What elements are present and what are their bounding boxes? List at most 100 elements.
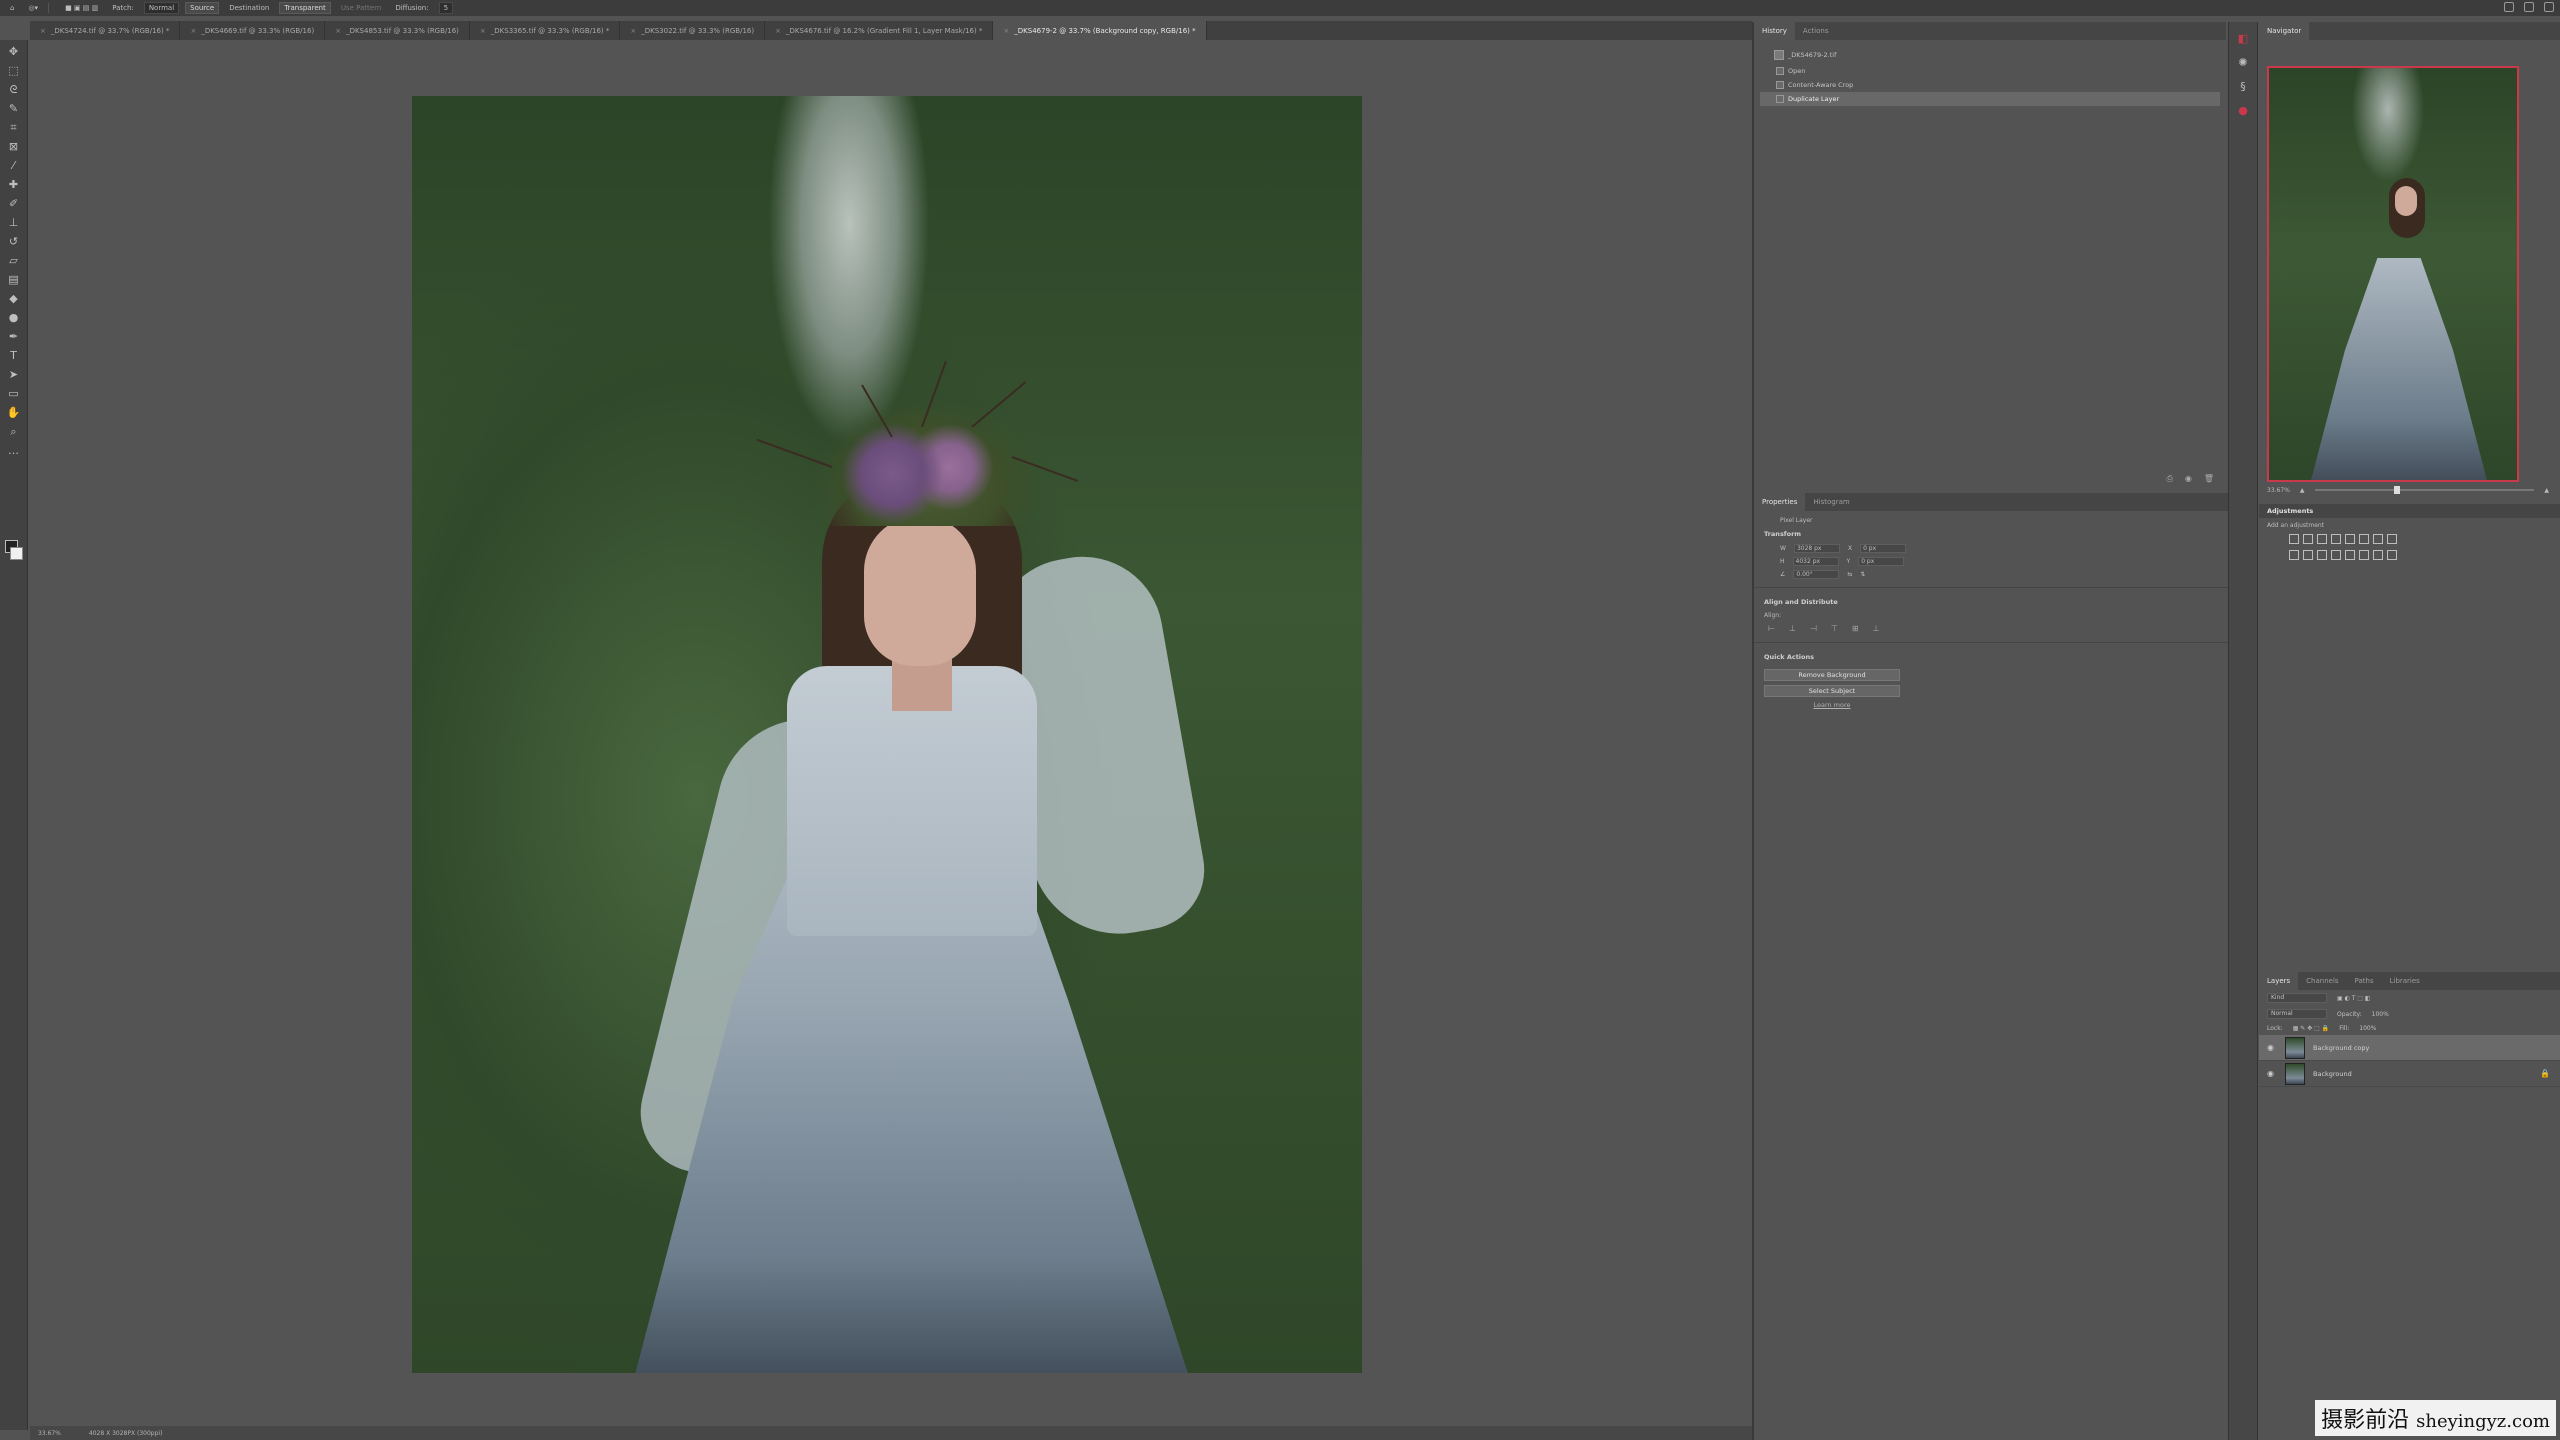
tab-navigator[interactable]: Navigator bbox=[2259, 22, 2310, 40]
eraser-tool-icon[interactable]: ▱ bbox=[7, 254, 21, 268]
channel-mixer-icon[interactable] bbox=[2303, 550, 2313, 560]
align-middle-icon[interactable]: ⊞ bbox=[1852, 624, 1859, 633]
exposure-icon[interactable] bbox=[2331, 534, 2341, 544]
tab-libraries[interactable]: Libraries bbox=[2382, 972, 2428, 990]
healing-brush-tool-icon[interactable]: ✚ bbox=[7, 178, 21, 192]
home-icon[interactable]: ⌂ bbox=[6, 2, 18, 14]
tab-layers[interactable]: Layers bbox=[2259, 972, 2299, 990]
paragraph-icon[interactable]: § bbox=[2236, 80, 2250, 94]
quick-select-tool-icon[interactable]: ✎ bbox=[7, 102, 21, 116]
background-color-swatch[interactable] bbox=[10, 547, 23, 560]
invert-icon[interactable] bbox=[2331, 550, 2341, 560]
opacity-value[interactable]: 100% bbox=[2372, 1011, 2389, 1018]
frame-tool-icon[interactable]: ⊠ bbox=[7, 140, 21, 154]
dodge-tool-icon[interactable]: ● bbox=[7, 311, 21, 325]
flip-horizontal-icon[interactable]: ⇆ bbox=[1847, 571, 1852, 578]
transform-section-title[interactable]: Transform bbox=[1754, 526, 2228, 542]
tab-channels[interactable]: Channels bbox=[2298, 972, 2346, 990]
flip-vertical-icon[interactable]: ⇅ bbox=[1860, 571, 1865, 578]
share-icon[interactable] bbox=[2544, 2, 2554, 12]
black-white-icon[interactable] bbox=[2387, 534, 2397, 544]
doc-tab[interactable]: × _DKS3022.tif @ 33.3% (RGB/16) bbox=[620, 21, 766, 40]
move-tool-icon[interactable]: ✥ bbox=[7, 45, 21, 59]
new-snapshot-icon[interactable]: ◉ bbox=[2185, 474, 2192, 486]
fill-value[interactable]: 100% bbox=[2359, 1025, 2376, 1032]
eyedropper-tool-icon[interactable]: ⁄ bbox=[7, 159, 21, 173]
search-icon[interactable] bbox=[2504, 2, 2514, 12]
close-icon[interactable]: × bbox=[40, 27, 46, 35]
type-tool-icon[interactable]: T bbox=[7, 349, 21, 363]
selection-mode-icons[interactable]: ■ ▣ ▤ ▥ bbox=[61, 2, 102, 14]
adjustments-title[interactable]: Adjustments bbox=[2259, 504, 2560, 518]
align-left-icon[interactable]: ⊢ bbox=[1768, 624, 1775, 633]
close-icon[interactable]: × bbox=[335, 27, 341, 35]
close-icon[interactable]: × bbox=[190, 27, 196, 35]
doc-tab[interactable]: × _DKS4724.tif @ 33.7% (RGB/16) * bbox=[30, 21, 181, 40]
more-tools-icon[interactable]: … bbox=[7, 444, 21, 458]
doc-tab[interactable]: × _DKS4669.tif @ 33.3% (RGB/16) bbox=[180, 21, 326, 40]
shape-tool-icon[interactable]: ▭ bbox=[7, 387, 21, 401]
threshold-icon[interactable] bbox=[2359, 550, 2369, 560]
new-document-from-state-icon[interactable]: ⎙ bbox=[2166, 474, 2172, 486]
align-bottom-icon[interactable]: ⊥ bbox=[1873, 624, 1880, 633]
canvas-area[interactable] bbox=[30, 40, 1752, 1426]
levels-icon[interactable] bbox=[2303, 534, 2313, 544]
width-field[interactable]: 3028 px bbox=[1793, 544, 1840, 553]
marquee-tool-icon[interactable]: ⬚ bbox=[7, 64, 21, 78]
brush-tool-icon[interactable]: ✐ bbox=[7, 197, 21, 211]
doc-tab[interactable]: × _DKS3365.tif @ 33.3% (RGB/16) * bbox=[470, 21, 621, 40]
blend-mode-select[interactable]: Normal bbox=[2267, 1009, 2327, 1019]
align-top-icon[interactable]: ⊤ bbox=[1831, 624, 1838, 633]
lasso-tool-icon[interactable]: ᘓ bbox=[7, 83, 21, 97]
height-field[interactable]: 4032 px bbox=[1792, 557, 1839, 566]
diffusion-value[interactable]: 5 bbox=[438, 2, 454, 14]
selective-color-icon[interactable] bbox=[2387, 550, 2397, 560]
swatches-icon[interactable]: ● bbox=[2236, 104, 2250, 118]
patch-mode-select[interactable]: Normal bbox=[143, 2, 180, 14]
doc-tab-active[interactable]: × _DKS4679-2 @ 33.7% (Background copy, RG… bbox=[993, 21, 1207, 40]
tab-actions[interactable]: Actions bbox=[1795, 22, 1837, 40]
tab-paths[interactable]: Paths bbox=[2347, 972, 2382, 990]
remove-background-button[interactable]: Remove Background bbox=[1764, 669, 1900, 681]
destination-button[interactable]: Destination bbox=[225, 2, 273, 14]
zoom-tool-icon[interactable]: ⌕ bbox=[7, 425, 21, 439]
history-item[interactable]: Content-Aware Crop bbox=[1760, 78, 2220, 92]
gradient-tool-icon[interactable]: ▤ bbox=[7, 273, 21, 287]
align-center-icon[interactable]: ⊥ bbox=[1789, 624, 1796, 633]
tab-histogram[interactable]: Histogram bbox=[1805, 493, 1857, 511]
patch-tool-icon[interactable]: ◎▾ bbox=[24, 2, 42, 14]
select-subject-button[interactable]: Select Subject bbox=[1764, 685, 1900, 697]
x-field[interactable]: 0 px bbox=[1860, 544, 1907, 553]
tab-history[interactable]: History bbox=[1754, 22, 1795, 40]
close-icon[interactable]: × bbox=[775, 27, 781, 35]
delete-icon[interactable]: 🗑 bbox=[2204, 474, 2214, 486]
crop-tool-icon[interactable]: ⌗ bbox=[7, 121, 21, 135]
brush-settings-icon[interactable]: ✺ bbox=[2236, 56, 2250, 70]
history-snapshot[interactable]: _DKS4679-2.tif bbox=[1760, 46, 2220, 64]
history-brush-tool-icon[interactable]: ↺ bbox=[7, 235, 21, 249]
navigator-preview[interactable] bbox=[2267, 66, 2519, 482]
quick-actions-title[interactable]: Quick Actions bbox=[1754, 649, 2228, 665]
layer-kind-filter[interactable]: Kind bbox=[2267, 993, 2327, 1003]
vibrance-icon[interactable] bbox=[2345, 534, 2355, 544]
visibility-eye-icon[interactable]: ◉ bbox=[2267, 1043, 2277, 1052]
posterize-icon[interactable] bbox=[2345, 550, 2355, 560]
curves-icon[interactable] bbox=[2317, 534, 2327, 544]
path-select-tool-icon[interactable]: ➤ bbox=[7, 368, 21, 382]
color-icon[interactable]: ◧ bbox=[2236, 32, 2250, 46]
pen-tool-icon[interactable]: ✒ bbox=[7, 330, 21, 344]
workspace-icon[interactable] bbox=[2524, 2, 2534, 12]
doc-tab[interactable]: × _DKS4676.tif @ 16.2% (Gradient Fill 1, … bbox=[765, 21, 994, 40]
clone-stamp-tool-icon[interactable]: ⊥ bbox=[7, 216, 21, 230]
source-button[interactable]: Source bbox=[185, 2, 220, 14]
document-image[interactable] bbox=[412, 96, 1362, 1373]
y-field[interactable]: 0 px bbox=[1858, 557, 1905, 566]
history-item-selected[interactable]: Duplicate Layer bbox=[1760, 92, 2220, 106]
navigator-zoom-value[interactable]: 33.67% bbox=[2267, 487, 2290, 494]
layer-row[interactable]: ◉ Background 🔒 bbox=[2259, 1061, 2560, 1087]
filter-icons[interactable]: ▣ ◐ T ⬚ ◧ bbox=[2337, 995, 2371, 1002]
angle-field[interactable]: 0.00° bbox=[1793, 570, 1840, 579]
close-icon[interactable]: × bbox=[480, 27, 486, 35]
status-zoom[interactable]: 33.67% bbox=[38, 1430, 61, 1437]
color-lookup-icon[interactable] bbox=[2317, 550, 2327, 560]
